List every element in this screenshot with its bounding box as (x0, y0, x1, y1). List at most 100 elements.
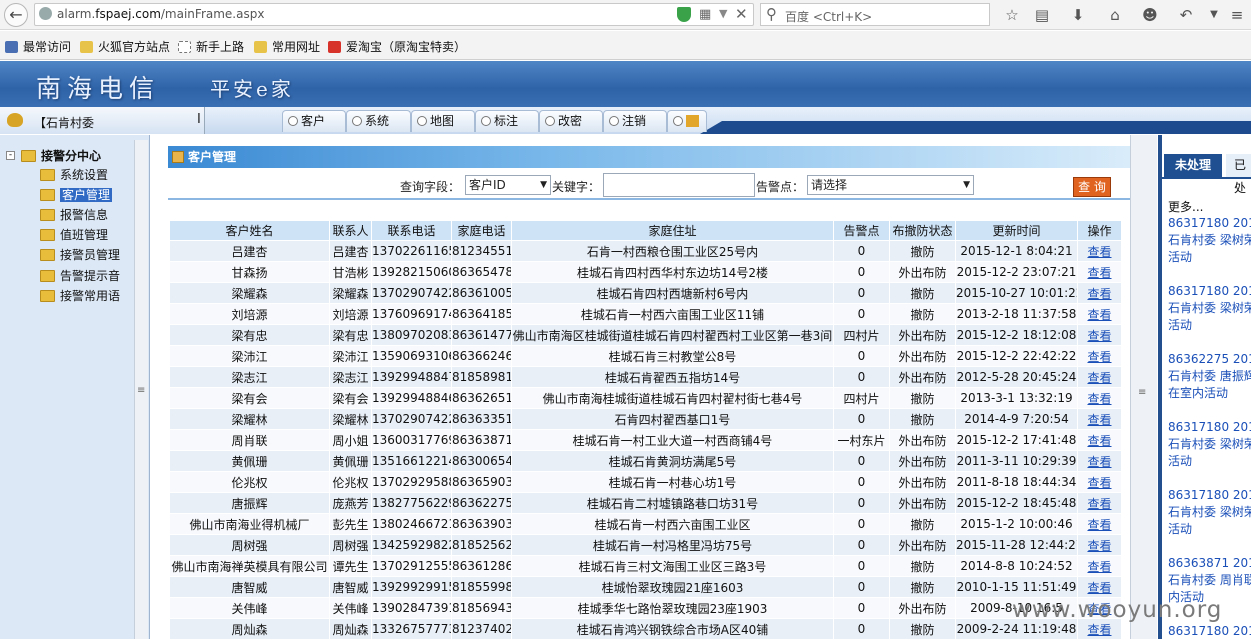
table-row[interactable]: 唐智威 唐智威 13929929915 81855998 桂城怡翠玫瑰园21座1603 0… (169, 576, 1122, 598)
download-icon[interactable]: ⬇ (1067, 4, 1089, 26)
table-row[interactable]: 周灿森 周灿森 13326757773 81237402 桂城石肯鸿兴钢铁综合市场A区4… (169, 618, 1122, 640)
tab-change-password[interactable]: 改密 (539, 110, 603, 132)
col-customer-name[interactable]: 客户姓名 (169, 220, 330, 241)
view-link[interactable]: 查看 (1077, 513, 1122, 535)
more-link[interactable]: 更多... (1168, 199, 1203, 216)
location-text: 【石肯村委 (34, 116, 95, 130)
bookmark-aitaobao[interactable]: 爱淘宝（原淘宝特卖） (328, 38, 466, 55)
table-row[interactable]: 梁志江 梁志江 13929948847 81858981 桂城石肯翟西五指坊14号 0 外出… (169, 366, 1122, 388)
table-row[interactable]: 黄佩珊 黄佩珊 13516612214 86300654 桂城石肯黄洞坊满尾5号 0 外出布… (169, 450, 1122, 472)
shield-icon[interactable] (677, 7, 691, 22)
alarm-point-select[interactable]: 请选择 ▼ (807, 175, 974, 195)
sidebar-item-system-settings[interactable]: 系统设置 (40, 166, 108, 184)
tab-map[interactable]: 地图 (411, 110, 475, 132)
sidebar-scrollbar[interactable]: ≡ (134, 140, 148, 639)
reading-list-icon[interactable]: ▤ (1031, 4, 1053, 26)
sidebar-item-alert-sound[interactable]: 告警提示音 (40, 267, 120, 285)
view-link[interactable]: 查看 (1077, 345, 1122, 367)
view-link[interactable]: 查看 (1077, 282, 1122, 304)
col-update-time[interactable]: 更新时间 (955, 220, 1078, 241)
tab-processed[interactable]: 已处 (1226, 154, 1251, 195)
menu-dropdown-icon[interactable]: ▼ (1203, 4, 1225, 26)
qr-icon[interactable]: ▦ (699, 7, 711, 22)
table-row[interactable]: 关伟峰 关伟峰 13902847391 81856943 桂城季华七路怡翠玫瑰园23座1… (169, 597, 1122, 619)
table-row[interactable]: 周肖联 周小姐 13600317769 86363871 桂城石肯一村工业大道一村西商铺… (169, 429, 1122, 451)
col-home-phone[interactable]: 家庭电话 (451, 220, 512, 241)
table-row[interactable]: 梁沛江 梁沛江 13590693106 86366246 桂城石肯三村教堂公8号 0 外出布… (169, 345, 1122, 367)
view-link[interactable]: 查看 (1077, 450, 1122, 472)
table-row[interactable]: 周树强 周树强 13425929822 81852562 桂城石肯一村冯格里冯坊75号 0… (169, 534, 1122, 556)
dropdown-icon[interactable]: ▼ (719, 7, 727, 20)
view-link[interactable]: 查看 (1077, 408, 1122, 430)
hamburger-menu-icon[interactable]: ≡ (1226, 4, 1248, 26)
cell-customer-name: 梁有忠 (169, 324, 330, 346)
bookmark-most-visited[interactable]: 最常访问 (5, 38, 71, 55)
view-link[interactable]: 查看 (1077, 429, 1122, 451)
cell-alarm-point: 0 (833, 471, 890, 493)
tab-annotate[interactable]: 标注 (475, 110, 539, 132)
home-icon[interactable]: ⌂ (1104, 4, 1126, 26)
view-link[interactable]: 查看 (1077, 240, 1122, 262)
bookmark-firefox-site[interactable]: 火狐官方站点 (80, 38, 170, 55)
tab-system[interactable]: 系统 (346, 110, 411, 132)
col-home-address[interactable]: 家庭住址 (511, 220, 834, 241)
view-link[interactable]: 查看 (1077, 324, 1122, 346)
tree-root[interactable]: 接警分中心 (21, 147, 101, 165)
brand-logo: 南海电信 (36, 74, 161, 103)
col-alarm-point[interactable]: 告警点 (833, 220, 890, 241)
table-row[interactable]: 佛山市南海禅英模具有限公司 谭先生 13702912555 86361286 桂城石肯三… (169, 555, 1122, 577)
sidebar-item-operator-management[interactable]: 接警员管理 (40, 246, 120, 264)
view-link[interactable]: 查看 (1077, 555, 1122, 577)
table-row[interactable]: 甘森扬 甘浩彬 13928215060 86365478 桂城石肯四村西华村东边坊14号… (169, 261, 1122, 283)
col-contact-phone[interactable]: 联系电话 (371, 220, 452, 241)
cell-alarm-point: 0 (833, 576, 890, 598)
bookmark-getting-started[interactable]: 新手上路 (178, 38, 244, 55)
sidebar-item-duty-management[interactable]: 值班管理 (40, 226, 108, 244)
table-row[interactable]: 梁耀森 梁耀森 13702907422 86361005 桂城石肯四村西塘新村6号内 0 撤… (169, 282, 1122, 304)
table-row[interactable]: 唐振辉 庞燕芳 13827756229 86362275 桂城石肯二村墟镇路巷口坊31号… (169, 492, 1122, 514)
sidebar-item-alarm-info[interactable]: 报警信息 (40, 206, 108, 224)
col-contact[interactable]: 联系人 (329, 220, 372, 241)
table-row[interactable]: 梁有会 梁有会 13929948846 86362651 佛山市南海桂城街道桂城石肯四村… (169, 387, 1122, 409)
stop-icon[interactable]: ✕ (735, 5, 748, 23)
site-identity-icon[interactable] (39, 7, 52, 20)
tab-help[interactable] (667, 110, 707, 132)
bookmark-star-icon[interactable]: ☆ (1001, 4, 1023, 26)
col-arm-status[interactable]: 布撤防状态 (889, 220, 956, 241)
search-bar[interactable]: ⚲ 百度 <Ctrl+K> (760, 3, 990, 26)
collapse-icon[interactable]: - (6, 151, 15, 160)
table-row[interactable]: 刘培源 刘培源 13760969174 86364185 桂城石肯一村西六亩围工业区11… (169, 303, 1122, 325)
alert-line: 石肯村委 梁树荣 (1168, 301, 1251, 315)
sidebar-item-label: 报警信息 (60, 208, 109, 222)
cell-customer-name: 佛山市南海禅英模具有限公司 (169, 555, 330, 577)
table-row[interactable]: 佛山市南海业得机械厂 彭先生 13802466721 86363903 桂城石肯一村西六… (169, 513, 1122, 535)
cell-home-phone: 86362275 (451, 492, 512, 514)
table-row[interactable]: 伦兆权 伦兆权 13702929588 86365903 桂城石肯一村巷心坊1号 0 外出布… (169, 471, 1122, 493)
undo-icon[interactable]: ↶ (1175, 4, 1197, 26)
view-link[interactable]: 查看 (1077, 303, 1122, 325)
view-link[interactable]: 查看 (1077, 366, 1122, 388)
tab-logout[interactable]: 注销 (603, 110, 667, 132)
view-link[interactable]: 查看 (1077, 576, 1122, 598)
view-link[interactable]: 查看 (1077, 471, 1122, 493)
bookmark-common-sites[interactable]: 常用网址 (254, 38, 320, 55)
cell-contact-phone: 13760969174 (371, 303, 452, 325)
table-row[interactable]: 梁耀林 梁耀林 13702907422 86363351 石肯四村翟西基口1号 0 撤防 20… (169, 408, 1122, 430)
tab-unprocessed[interactable]: 未处理 (1164, 154, 1222, 177)
address-bar[interactable]: alarm.fspaej.com/mainFrame.aspx ▦ ▼ ✕ (34, 3, 754, 26)
chat-icon[interactable]: ☻ (1139, 4, 1161, 26)
sidebar-item-common-phrases[interactable]: 接警常用语 (40, 287, 120, 305)
query-field-select[interactable]: 客户ID ▼ (465, 175, 551, 195)
back-button[interactable]: ← (4, 3, 28, 27)
main-scrollbar[interactable]: ≡ (1130, 135, 1157, 639)
table-row[interactable]: 吕建杏 吕建杏 13702261165 81234551 石肯一村西粮仓围工业区25号内… (169, 240, 1122, 262)
query-button[interactable]: 查 询 (1073, 177, 1111, 197)
view-link[interactable]: 查看 (1077, 534, 1122, 556)
view-link[interactable]: 查看 (1077, 261, 1122, 283)
view-link[interactable]: 查看 (1077, 387, 1122, 409)
view-link[interactable]: 查看 (1077, 492, 1122, 514)
sidebar-item-customer-management[interactable]: 客户管理 (40, 186, 113, 204)
table-row[interactable]: 梁有忠 梁有忠 13809702083 86361477 佛山市南海区桂城街道桂城石肯四… (169, 324, 1122, 346)
tab-customers[interactable]: 客户 (282, 110, 346, 132)
keyword-input[interactable] (603, 173, 755, 197)
